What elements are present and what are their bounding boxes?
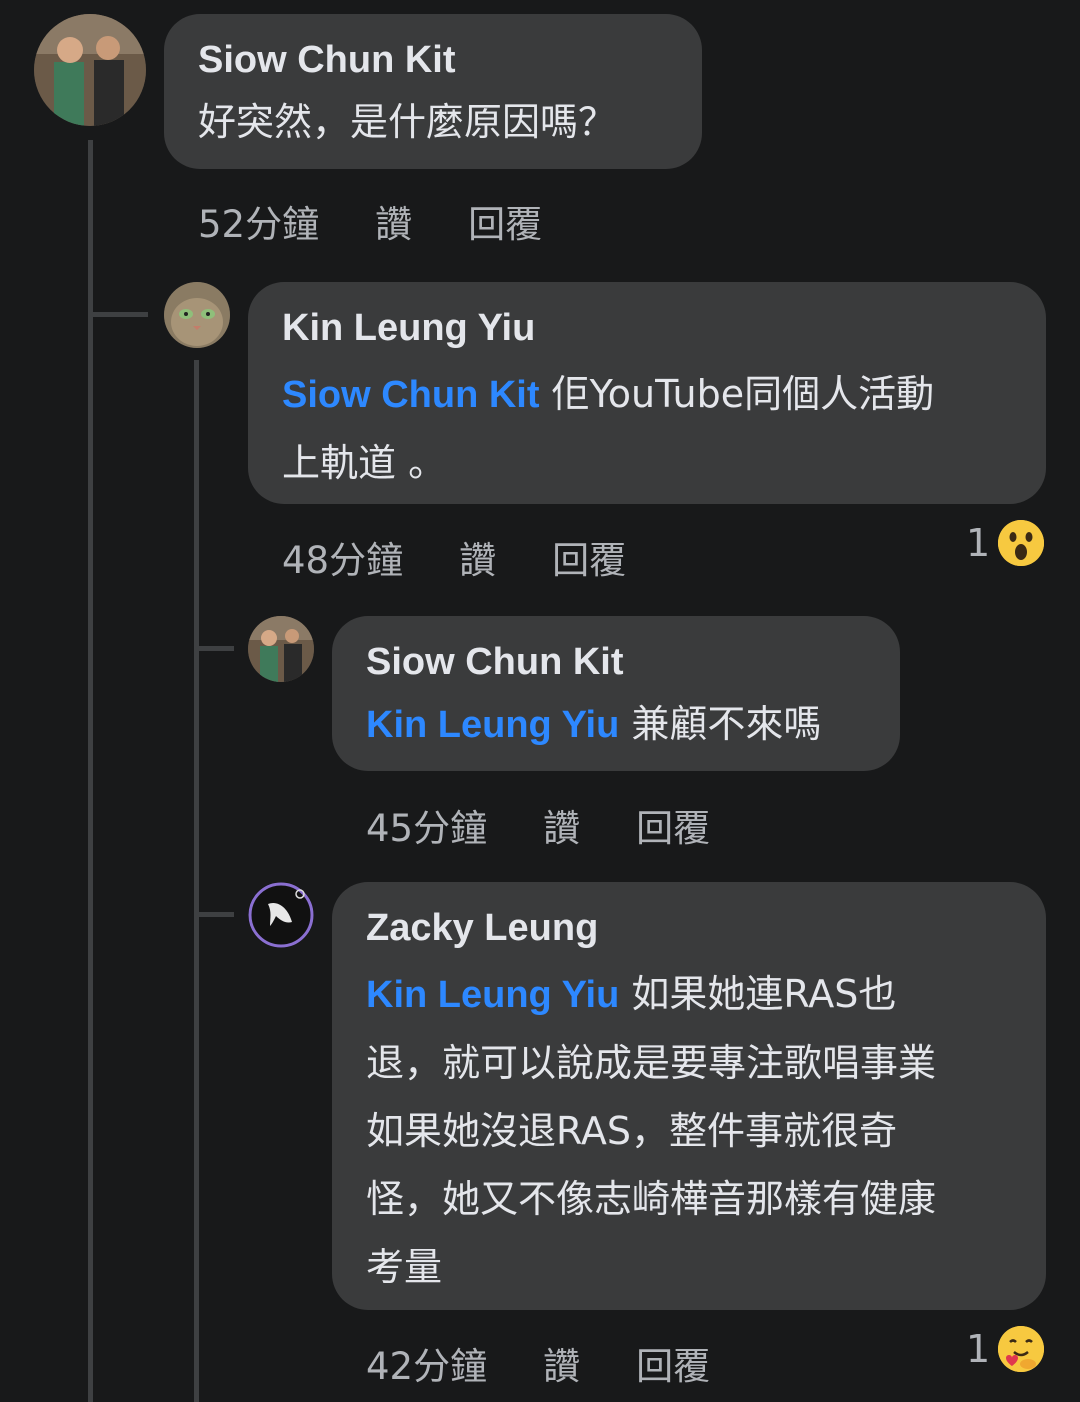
thread-line-sub	[194, 360, 199, 1402]
comment-meta-2: 48分鐘 讚 回覆	[282, 530, 626, 584]
mention-link[interactable]: Kin Leung Yiu	[366, 974, 619, 1016]
comment-time[interactable]: 52分鐘	[198, 194, 319, 248]
comment-bubble-1: Siow Chun Kit 好突然，是什麼原因嗎？	[164, 14, 702, 169]
comment-author[interactable]: Siow Chun Kit	[198, 36, 668, 84]
comment-text-line: 兼顧不來嗎	[619, 702, 822, 746]
like-button[interactable]: 讚	[543, 798, 580, 852]
thread-line-branch-2	[194, 646, 234, 651]
comment-meta-1: 52分鐘 讚 回覆	[198, 194, 542, 248]
comment-text-line: 如果她連RAS也	[619, 972, 897, 1016]
mention-link[interactable]: Kin Leung Yiu	[366, 704, 619, 746]
comment-text-line: 如果她沒退RAS，整件事就很奇	[366, 1109, 897, 1153]
reply-button[interactable]: 回覆	[468, 194, 542, 248]
reaction-summary[interactable]: 1	[966, 1326, 1045, 1372]
reply-button[interactable]: 回覆	[636, 798, 710, 852]
wow-emoji-icon	[998, 520, 1045, 566]
reaction-summary[interactable]: 1	[966, 520, 1045, 566]
reaction-count: 1	[966, 521, 991, 565]
avatar-kin-leung-yiu[interactable]	[164, 282, 230, 348]
reply-button[interactable]: 回覆	[552, 530, 626, 584]
comment-text-line: 上軌道 。	[282, 441, 447, 485]
comment-text-line: 佢YouTube同個人活動	[539, 372, 935, 416]
avatar-siow-chun-kit[interactable]	[34, 14, 146, 126]
thread-line-branch-3	[194, 912, 234, 917]
comment-time[interactable]: 45分鐘	[366, 798, 487, 852]
comment-bubble-2: Kin Leung Yiu Siow Chun Kit 佢YouTube同個人活…	[248, 282, 1046, 504]
comment-author[interactable]: Zacky Leung	[366, 904, 1012, 952]
comment-text-line: 考量	[366, 1245, 443, 1289]
like-button[interactable]: 讚	[459, 530, 496, 584]
comment-bubble-4: Zacky Leung Kin Leung Yiu 如果她連RAS也 退，就可以…	[332, 882, 1046, 1310]
comment-text-line: 退，就可以說成是要專注歌唱事業	[366, 1041, 937, 1085]
reply-button[interactable]: 回覆	[636, 1336, 710, 1390]
like-button[interactable]: 讚	[543, 1336, 580, 1390]
comment-text-line: 怪，她又不像志崎樺音那樣有健康	[366, 1177, 937, 1221]
comment-text: 好突然，是什麼原因嗎？	[198, 100, 617, 144]
comment-time[interactable]: 48分鐘	[282, 530, 403, 584]
comment-time[interactable]: 42分鐘	[366, 1336, 487, 1390]
comment-author[interactable]: Siow Chun Kit	[366, 638, 866, 686]
comment-text: Kin Leung Yiu 兼顧不來嗎	[366, 690, 866, 759]
comment-text: Kin Leung Yiu 如果她連RAS也 退，就可以說成是要專注歌唱事業 如…	[366, 960, 1012, 1301]
avatar-siow-chun-kit[interactable]	[248, 616, 314, 682]
comment-bubble-3: Siow Chun Kit Kin Leung Yiu 兼顧不來嗎	[332, 616, 900, 771]
mention-link[interactable]: Siow Chun Kit	[282, 374, 540, 416]
care-emoji-icon	[998, 1326, 1045, 1372]
reaction-count: 1	[966, 1327, 991, 1371]
comment-text: Siow Chun Kit 佢YouTube同個人活動 上軌道 。	[282, 360, 1012, 497]
thread-line-main	[88, 140, 93, 1402]
like-button[interactable]: 讚	[375, 194, 412, 248]
comment-meta-3: 45分鐘 讚 回覆	[366, 798, 710, 852]
comment-meta-4: 42分鐘 讚 回覆	[366, 1336, 710, 1390]
thread-line-branch-1	[88, 312, 148, 317]
avatar-zacky-leung[interactable]	[248, 882, 314, 948]
comment-author[interactable]: Kin Leung Yiu	[282, 304, 1012, 352]
